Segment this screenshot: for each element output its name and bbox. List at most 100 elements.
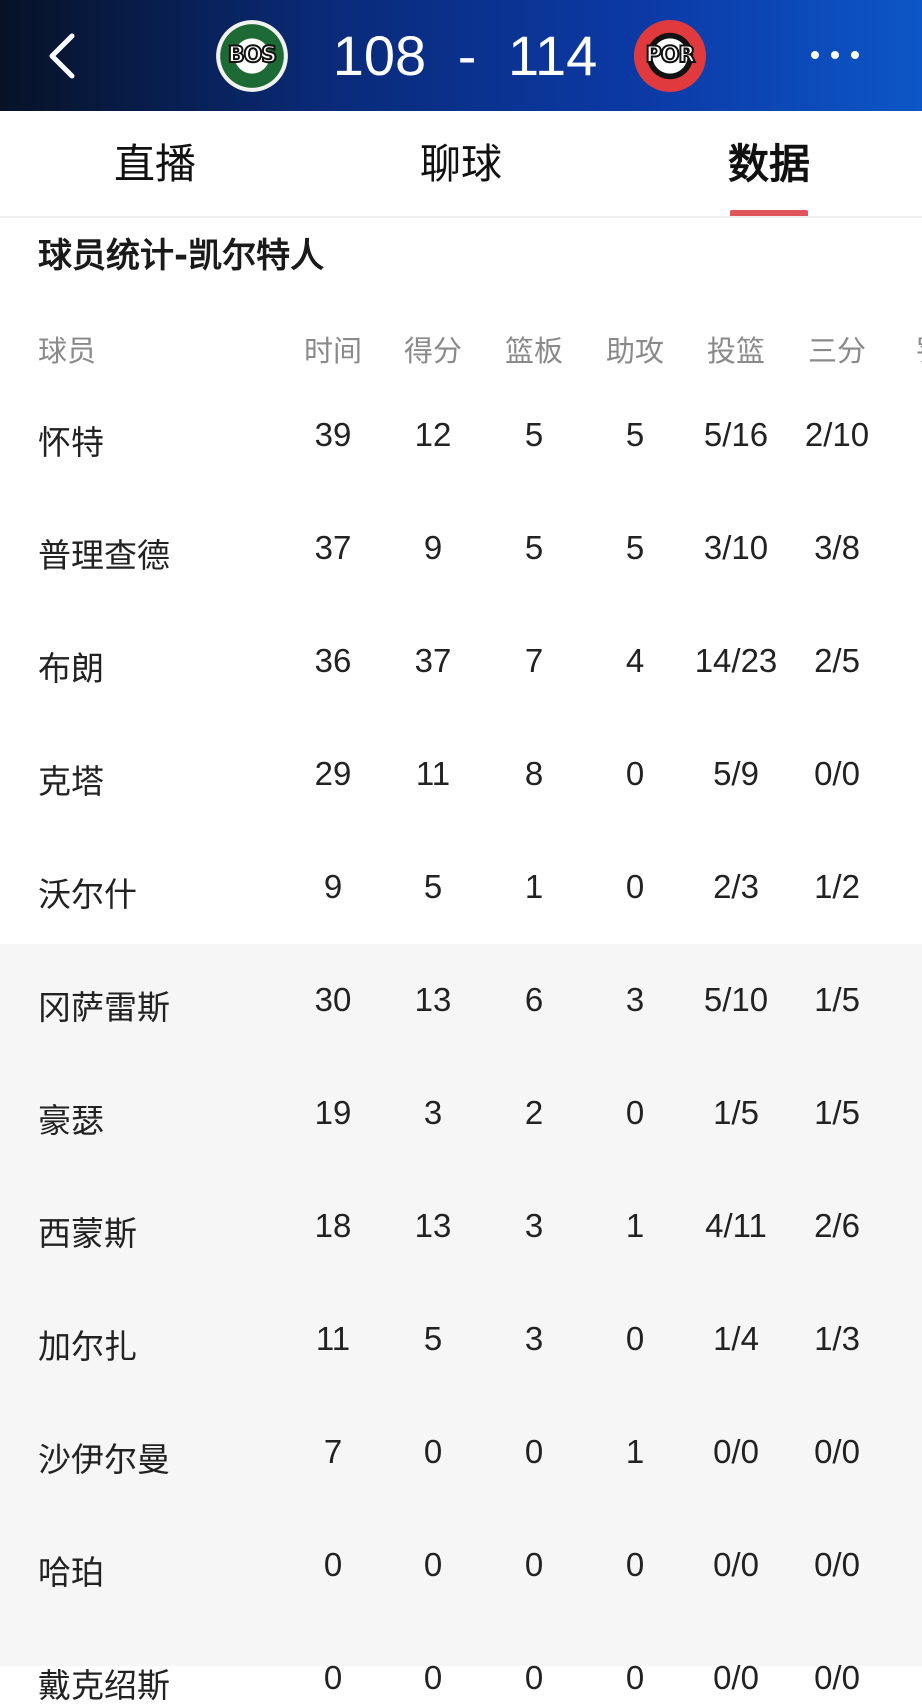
stat-cell: 5 [625, 529, 645, 566]
section-title: 球员统计-凯尔特人 [38, 236, 325, 276]
stat-cell: 2 [524, 1094, 544, 1131]
stat-cell: 5/9 [713, 755, 759, 792]
back-button[interactable] [40, 26, 90, 86]
stat-cell: 0 [625, 868, 645, 905]
player-name[interactable]: 怀特 [38, 416, 104, 464]
stat-cell: 1/5 [814, 1094, 860, 1131]
player-name[interactable]: 豪瑟 [38, 1094, 104, 1142]
column-header[interactable]: 助攻 [585, 328, 685, 370]
player-name[interactable]: 戴克绍斯 [38, 1659, 170, 1707]
stat-cell: 0/0 [814, 1433, 860, 1470]
stat-cell: 0 [625, 1546, 645, 1583]
stat-cell: 0/0 [814, 1546, 860, 1583]
stat-cell: 0 [625, 755, 645, 792]
column-header[interactable]: 篮板 [484, 328, 584, 370]
stat-cell: 0 [524, 1546, 544, 1583]
column-header[interactable]: 投篮 [686, 328, 786, 370]
stat-cell: 11 [415, 755, 451, 792]
stat-cell: 3 [625, 981, 645, 1018]
stat-cell: 0 [524, 1659, 544, 1696]
stat-cell: 0 [323, 1659, 343, 1696]
player-name[interactable]: 西蒙斯 [38, 1207, 137, 1255]
stat-cell: 2/3 [713, 868, 759, 905]
stat-cell: 7 [880, 642, 922, 680]
stat-cell: 1 [625, 1207, 645, 1244]
stat-cell: 0 [880, 868, 922, 906]
stat-cell: 0 [880, 529, 922, 567]
stat-cell: 0 [880, 1094, 922, 1132]
stat-cell: 1/5 [814, 981, 860, 1018]
stat-cell: 1/3 [814, 1320, 860, 1357]
score-separator: - [457, 24, 477, 87]
player-name[interactable]: 普理查德 [38, 529, 170, 577]
home-team-logo[interactable]: BOS [216, 20, 288, 92]
player-name[interactable]: 沃尔什 [38, 868, 137, 916]
away-team-logo[interactable]: POR [634, 20, 706, 92]
stat-cell: 5 [524, 416, 544, 453]
column-header[interactable]: 三分 [787, 328, 887, 370]
chevron-left-icon [49, 33, 75, 79]
stat-cell: 0 [625, 1094, 645, 1131]
stat-cell: 5 [423, 1320, 443, 1357]
stat-cell: 1/5 [713, 1094, 759, 1131]
stat-cell: 0/0 [814, 755, 860, 792]
stat-cell: 2/10 [804, 416, 870, 453]
stat-cell: 5 [524, 529, 544, 566]
column-header-player: 球员 [38, 334, 97, 368]
player-name[interactable]: 冈萨雷斯 [38, 981, 170, 1029]
stat-cell: 30 [314, 981, 352, 1018]
stat-cell: 0/0 [713, 1433, 759, 1470]
stat-cell: 5 [423, 868, 443, 905]
stat-cell: 6 [524, 981, 544, 1018]
home-score: 108 [332, 24, 427, 87]
tab-chat[interactable]: 聊球 [396, 111, 526, 217]
stat-cell: 0 [880, 1433, 922, 1471]
stat-cell: 14/23 [694, 642, 778, 679]
stat-cell: 0/0 [713, 1659, 759, 1696]
stat-cell: 0 [323, 1546, 343, 1583]
stat-cell: 1 [880, 755, 922, 793]
player-name[interactable]: 加尔扎 [38, 1320, 137, 1368]
stat-cell: 0 [423, 1659, 443, 1696]
away-team-abbr: POR [645, 42, 697, 69]
stat-cell: 0/0 [713, 1546, 759, 1583]
player-name[interactable]: 克塔 [38, 755, 104, 803]
stat-cell: 9 [423, 529, 443, 566]
stat-cell: 4/11 [705, 1207, 767, 1244]
stat-cell: 12 [414, 416, 452, 453]
stat-cell: 2 [880, 981, 922, 1019]
stat-cell: 4 [625, 642, 645, 679]
stat-cell: 18 [314, 1207, 352, 1244]
more-button[interactable] [805, 40, 865, 70]
column-header[interactable]: 得分 [383, 328, 483, 370]
stat-cell: 11 [315, 1320, 351, 1357]
tab-bar: 直播 聊球 数据 [0, 111, 922, 217]
stat-cell: 37 [414, 642, 452, 679]
stat-cell: 3 [880, 1207, 922, 1245]
home-team-abbr: BOS [227, 42, 278, 69]
stat-cell: 36 [314, 642, 352, 679]
stat-cell: 3/8 [814, 529, 860, 566]
stat-cell: 3 [423, 1094, 443, 1131]
player-name[interactable]: 哈珀 [38, 1546, 104, 1594]
away-score: 114 [507, 24, 598, 87]
player-name[interactable]: 沙伊尔曼 [38, 1433, 170, 1481]
stat-cell: 5 [625, 416, 645, 453]
stat-cell: 37 [314, 529, 352, 566]
stat-cell: 9 [323, 868, 343, 905]
stat-cell: 7 [524, 642, 544, 679]
player-name[interactable]: 布朗 [38, 642, 104, 690]
stat-cell: 0 [423, 1546, 443, 1583]
stat-cell: 7 [323, 1433, 343, 1470]
stat-cell: 1/4 [713, 1320, 759, 1357]
stat-cell: 0 [625, 1659, 645, 1696]
stat-cell: 2/6 [814, 1207, 860, 1244]
stat-cell: 1 [524, 868, 544, 905]
tab-stats[interactable]: 数据 [704, 111, 834, 217]
column-header[interactable]: 时间 [283, 328, 383, 370]
stat-cell: 1/2 [814, 868, 860, 905]
stat-cell: 1 [625, 1433, 645, 1470]
tab-live[interactable]: 直播 [90, 111, 220, 217]
stat-cell: 39 [314, 416, 352, 453]
column-header[interactable]: 罚 [880, 328, 922, 370]
